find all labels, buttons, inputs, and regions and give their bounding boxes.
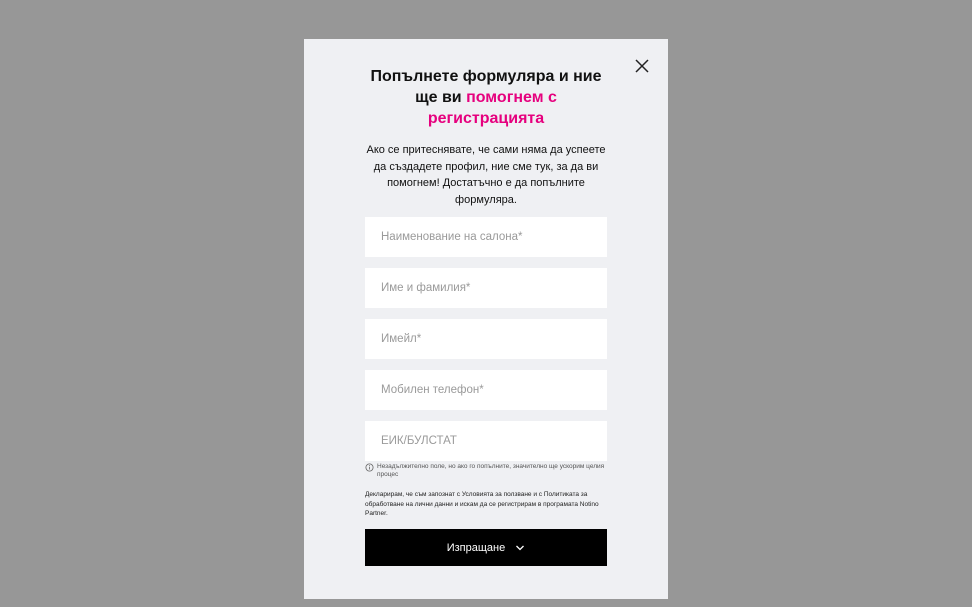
submit-label: Изпращане (446, 541, 506, 554)
info-icon (365, 463, 374, 472)
full-name-input[interactable] (365, 268, 607, 308)
registration-help-modal: Попълнете формуляра и ние ще ви помогнем… (304, 39, 668, 599)
phone-input[interactable] (365, 370, 607, 410)
eik-input[interactable] (365, 421, 607, 461)
modal-title: Попълнете формуляра и ние ще ви помогнем… (366, 66, 606, 129)
hint-text: Незадължително поле, но ако го попълните… (377, 463, 605, 478)
submit-button[interactable]: Изпращане (365, 529, 607, 566)
modal-description: Ако се притеснявате, че сами няма да усп… (366, 144, 606, 206)
email-input[interactable] (365, 319, 607, 359)
legal-consent-text: Декларирам, че съм запознат с Условията … (365, 491, 599, 517)
chevron-down-icon (516, 545, 525, 550)
eik-hint: Незадължително поле, но ако го попълните… (365, 463, 607, 479)
close-icon[interactable] (634, 58, 650, 74)
salon-name-input[interactable] (365, 217, 607, 257)
